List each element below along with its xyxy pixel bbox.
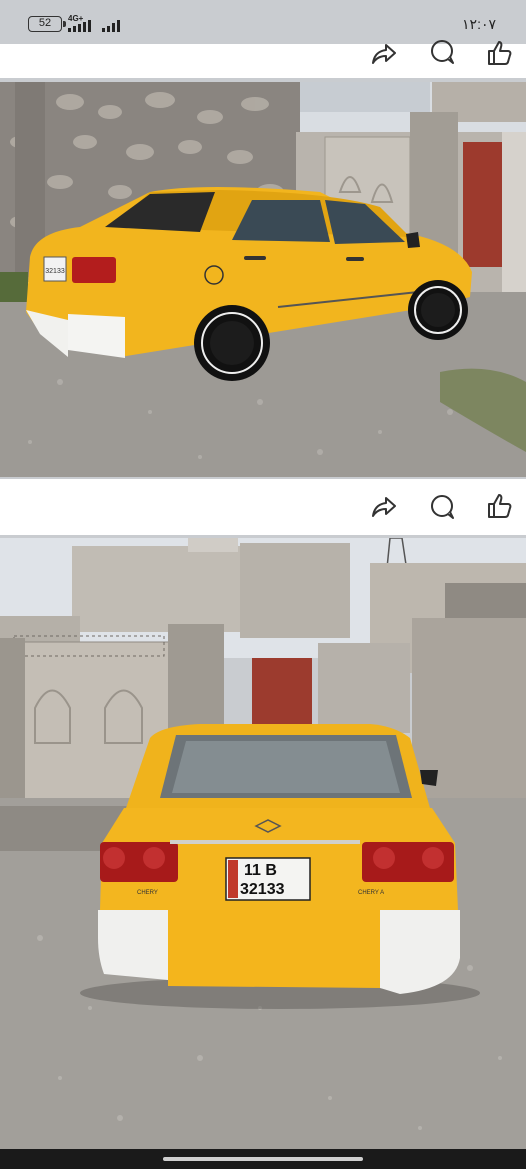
post-photo-car-rear[interactable]: 11 B 32133 CHERY CHERY A <box>0 538 526 1149</box>
post-photo-car-side[interactable]: 32133 <box>0 82 526 477</box>
car-rear-image: 11 B 32133 CHERY CHERY A <box>0 538 526 1149</box>
post-action-bar-top <box>0 40 526 78</box>
signal-strength-icon-2 <box>102 18 120 32</box>
clock: ١٢:٠٧ <box>462 16 496 32</box>
brand-label-right: CHERY A <box>358 890 384 896</box>
comment-icon[interactable] <box>428 38 456 66</box>
like-icon[interactable] <box>485 492 513 520</box>
comment-icon[interactable] <box>428 493 456 521</box>
signal-strength-icon <box>68 18 91 32</box>
like-icon[interactable] <box>485 39 513 67</box>
share-icon[interactable] <box>370 40 398 68</box>
screen: 52 4G+ ١٢:٠٧ 32133 11 B 32133 CHERY CHER… <box>0 0 526 1169</box>
plate-line-1: 11 B <box>244 862 277 879</box>
battery-indicator: 52 <box>28 16 66 32</box>
brand-label-left: CHERY <box>137 890 158 896</box>
share-icon[interactable] <box>370 493 398 521</box>
home-indicator[interactable] <box>163 1157 363 1161</box>
post-action-bar <box>0 479 526 535</box>
system-navigation-bar <box>0 1149 526 1169</box>
plate-line-2: 32133 <box>240 881 285 898</box>
car-side-image: 32133 <box>0 82 526 477</box>
plate-text-side: 32133 <box>45 268 65 275</box>
